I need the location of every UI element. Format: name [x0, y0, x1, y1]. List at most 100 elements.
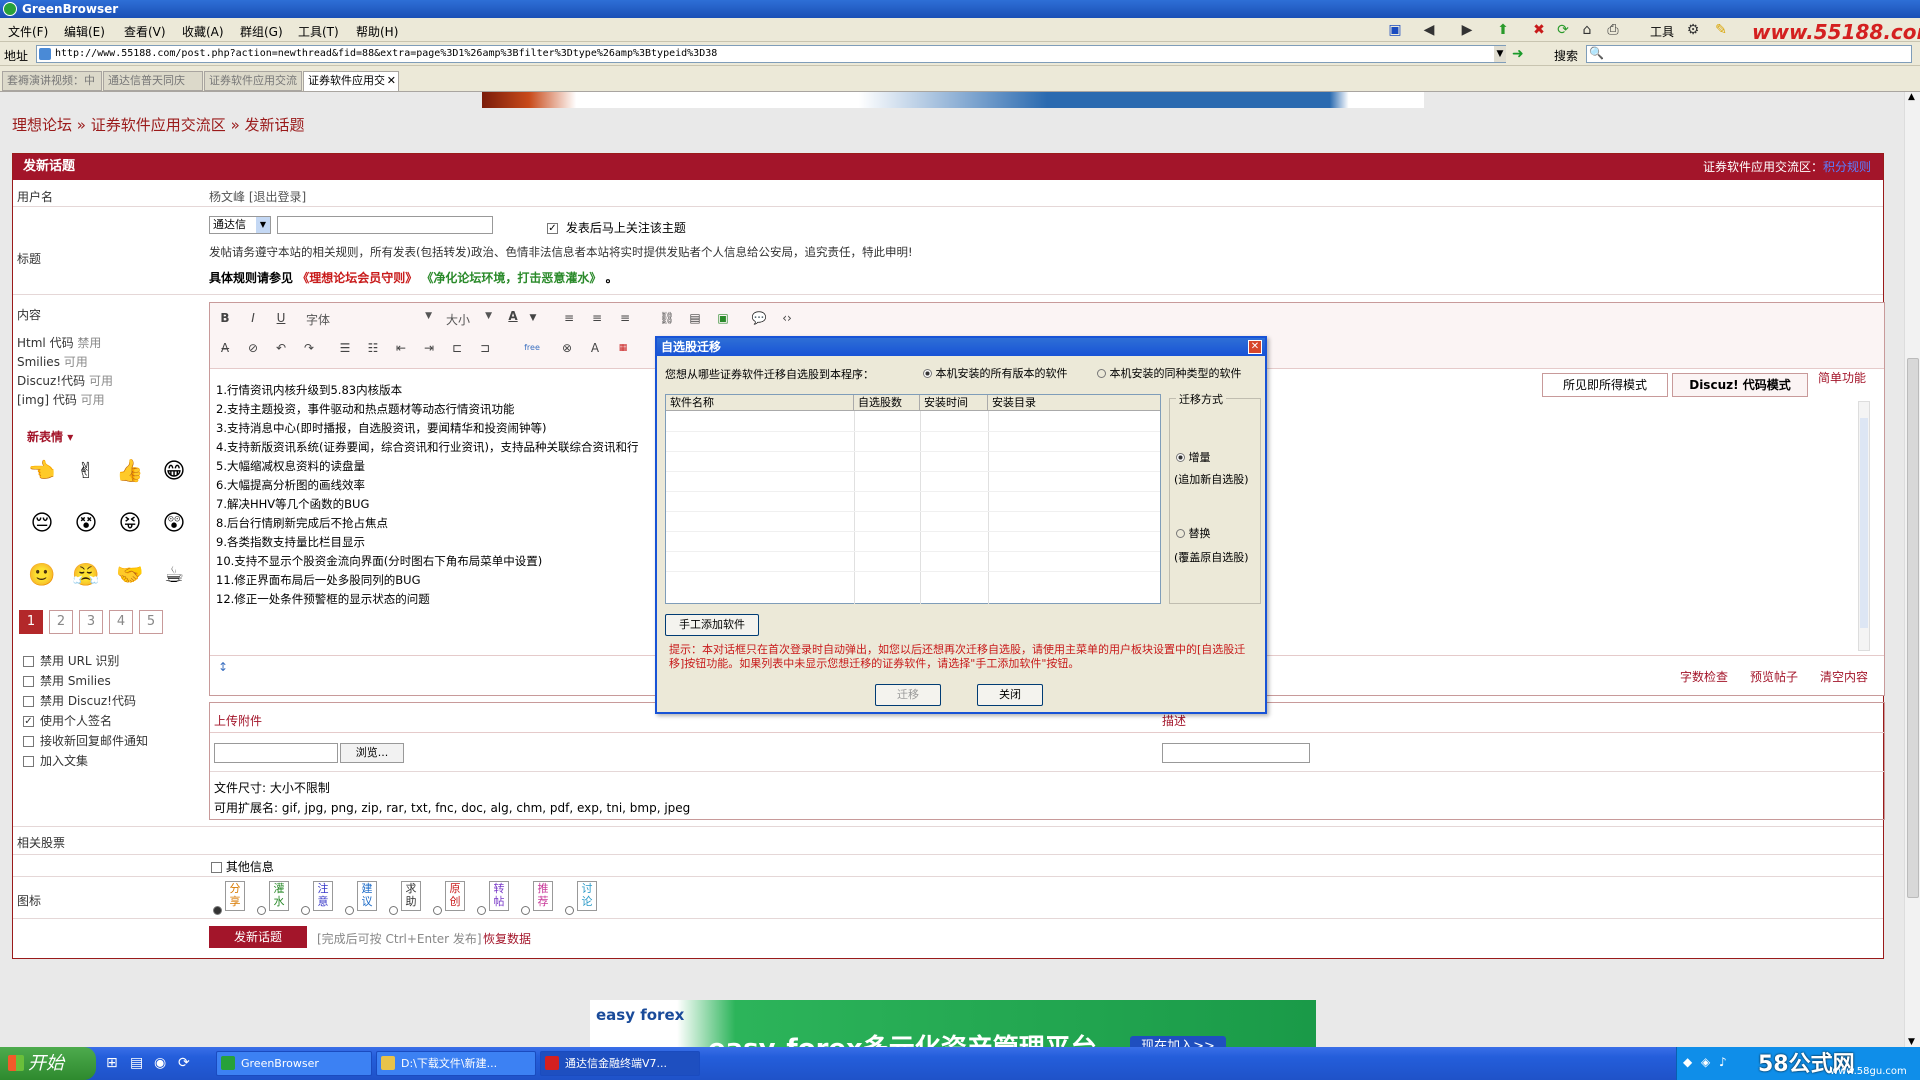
emoji-icon[interactable]: 🤝 — [115, 563, 145, 588]
post-icon-recommend[interactable]: 推荐 — [533, 881, 553, 911]
tray-icon[interactable]: ◆ — [1683, 1055, 1692, 1069]
code-icon[interactable]: ‹› — [778, 309, 796, 327]
anti-spam-link[interactable]: 《净化论坛环境，打击恶意灌水》 — [421, 271, 601, 285]
close-tab-icon[interactable]: ✕ — [387, 72, 396, 90]
stop-icon[interactable]: ✖ — [1530, 21, 1548, 39]
menu-favorites[interactable]: 收藏(A) — [182, 23, 224, 40]
submit-button[interactable]: 发新话题 — [209, 926, 307, 948]
opt-all-versions[interactable]: 本机安装的所有版本的软件 — [923, 365, 1068, 381]
follow-checkbox[interactable]: ✓ — [547, 223, 558, 234]
file-path-input[interactable] — [214, 743, 338, 763]
ordered-list-icon[interactable]: ☰ — [336, 339, 354, 357]
mode-replace-radio[interactable]: 替换 — [1176, 525, 1211, 541]
quick-launch-icon[interactable]: ◉ — [154, 1055, 166, 1071]
emoji-icon[interactable]: 😤 — [71, 563, 101, 588]
post-icon-repost[interactable]: 转帖 — [489, 881, 509, 911]
emoji-page-3[interactable]: 3 — [79, 610, 103, 634]
clear-content-link[interactable]: 清空内容 — [1820, 668, 1868, 685]
resize-icon[interactable]: ↕ — [218, 660, 228, 674]
simple-mode-link[interactable]: 简单功能 — [1818, 369, 1866, 386]
underline-icon[interactable]: U — [272, 309, 290, 327]
join-button[interactable]: 现在加入>> — [1130, 1036, 1226, 1047]
tab-2[interactable]: 通达信普天同庆 — [103, 71, 203, 91]
dialog-close-icon[interactable]: ✕ — [1248, 340, 1262, 354]
table-icon[interactable]: ▦ — [614, 339, 632, 357]
chevron-down-icon[interactable]: ▼ — [524, 309, 542, 327]
editor-textarea[interactable]: 1.行情资讯内核升级到5.83内核版本 2.支持主题投资，事件驱动和热点题材等动… — [216, 381, 646, 637]
scroll-up-icon[interactable]: ▲ — [1908, 92, 1915, 102]
post-icon-radio[interactable] — [433, 906, 442, 915]
emoji-icon[interactable]: 👍 — [115, 459, 145, 484]
forward-icon[interactable]: ▶ — [1458, 21, 1476, 39]
size-select[interactable]: 大小 ▼ — [446, 311, 492, 328]
post-icon-help[interactable]: 求助 — [401, 881, 421, 911]
breadcrumb-forum[interactable]: 证券软件应用交流区 — [91, 116, 226, 134]
other-info-checkbox[interactable] — [211, 862, 222, 873]
post-icon-discuss[interactable]: 讨论 — [577, 881, 597, 911]
emoji-icon[interactable]: 😲 — [159, 511, 189, 536]
menu-file[interactable]: 文件(F) — [8, 23, 48, 40]
emoji-icon[interactable]: 😝 — [115, 511, 145, 536]
post-icon-radio[interactable] — [565, 906, 574, 915]
emoji-page-2[interactable]: 2 — [49, 610, 73, 634]
emoji-icon[interactable]: 😔 — [27, 511, 57, 536]
bullet-list-icon[interactable]: ☷ — [364, 339, 382, 357]
dialog-close-button[interactable]: 关闭 — [977, 684, 1043, 706]
menu-groups[interactable]: 群组(G) — [240, 23, 283, 40]
post-icon-share[interactable]: 分享 — [225, 881, 245, 911]
emoji-icon[interactable]: 🙂 — [27, 563, 57, 588]
editor-scrollbar[interactable] — [1858, 401, 1870, 651]
align-center-icon[interactable]: ≡ — [588, 309, 606, 327]
migrate-button[interactable]: 迁移 — [875, 684, 941, 706]
software-list[interactable]: 软件名称 自选股数 安装时间 安装目录 — [665, 394, 1161, 604]
image-icon[interactable]: ▤ — [686, 309, 704, 327]
gear-icon[interactable]: ⚙ — [1684, 21, 1702, 39]
post-icon-radio[interactable] — [301, 906, 310, 915]
tab-1[interactable]: 套褥演讲视频：中 — [2, 71, 102, 91]
volume-icon[interactable]: ♪ — [1719, 1055, 1727, 1069]
option-add-collection[interactable]: 加入文集 — [23, 752, 88, 769]
tab-active[interactable]: 证券软件应用交 ✕ — [303, 71, 399, 92]
post-icon-radio[interactable] — [521, 906, 530, 915]
tab-code-mode[interactable]: Discuz! 代码模式 — [1672, 373, 1808, 397]
emoji-icon[interactable]: 😁 — [159, 459, 189, 484]
option-email-notify[interactable]: 接收新回复邮件通知 — [23, 732, 148, 749]
restore-link[interactable]: 恢复数据 — [483, 930, 531, 947]
option-disable-smilies[interactable]: 禁用 Smilies — [23, 672, 111, 689]
tools-label[interactable]: 工具 — [1650, 23, 1674, 40]
option-disable-discuz[interactable]: 禁用 Discuz!代码 — [23, 692, 136, 709]
quick-launch-icon[interactable]: ▤ — [130, 1055, 143, 1071]
tray-icon[interactable]: ◈ — [1701, 1055, 1710, 1069]
preview-link[interactable]: 预览帖子 — [1750, 668, 1798, 685]
scroll-down-icon[interactable]: ▼ — [1908, 1037, 1915, 1047]
font-select[interactable]: 字体 ▼ — [306, 311, 432, 328]
col-install-time[interactable]: 安装时间 — [920, 395, 988, 411]
post-icon-notice[interactable]: 注意 — [313, 881, 333, 911]
emoji-icon[interactable]: ☕ — [159, 563, 189, 588]
quote-icon[interactable]: 💬 — [750, 309, 768, 327]
col-stock-count[interactable]: 自选股数 — [854, 395, 920, 411]
emoji-page-5[interactable]: 5 — [139, 610, 163, 634]
post-icon-radio[interactable] — [389, 906, 398, 915]
scroll-thumb[interactable] — [1907, 358, 1919, 898]
bold-icon[interactable]: B — [216, 309, 234, 327]
post-icon-water[interactable]: 灌水 — [269, 881, 289, 911]
subject-input[interactable] — [277, 216, 493, 234]
clear-format-icon[interactable]: A̶ — [216, 339, 234, 357]
emoji-page-4[interactable]: 4 — [109, 610, 133, 634]
member-rules-link[interactable]: 《理想论坛会员守则》 — [297, 271, 417, 285]
home-icon[interactable]: ⌂ — [1578, 21, 1596, 39]
emoji-title[interactable]: 新表情 ▾ — [27, 428, 73, 445]
italic-icon[interactable]: I — [244, 309, 262, 327]
emoji-icon[interactable]: 😵 — [71, 511, 101, 536]
emoji-icon[interactable]: ✌ — [71, 459, 101, 484]
post-icon-suggest[interactable]: 建议 — [357, 881, 377, 911]
tab-wysiwyg[interactable]: 所见即所得模式 — [1542, 373, 1668, 397]
credit-rules-link[interactable]: 积分规则 — [1823, 160, 1871, 174]
start-button[interactable]: 开始 — [0, 1047, 96, 1080]
link-icon[interactable]: ⛓ — [658, 309, 676, 327]
undo-icon[interactable]: ↶ — [272, 339, 290, 357]
menu-view[interactable]: 查看(V) — [124, 23, 166, 40]
option-disable-url[interactable]: 禁用 URL 识别 — [23, 652, 119, 669]
redo-icon[interactable]: ↷ — [300, 339, 318, 357]
